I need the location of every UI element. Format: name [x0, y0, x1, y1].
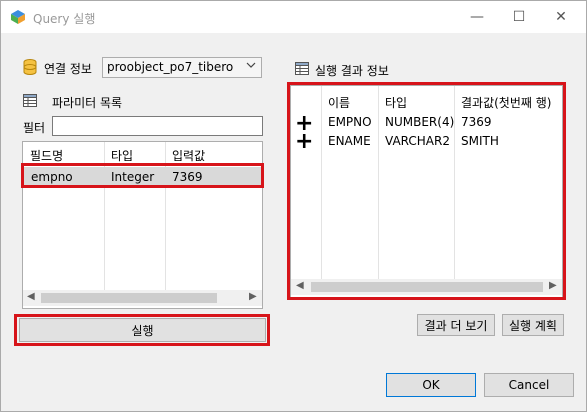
table-icon	[23, 94, 37, 110]
window-title: Query 실행	[33, 12, 96, 26]
scroll-left-icon[interactable]: ◀	[27, 291, 35, 302]
maximize-icon: ☐	[512, 9, 526, 25]
filter-input[interactable]	[52, 116, 263, 136]
connection-select[interactable]: proobject_po7_tibero	[102, 57, 262, 78]
result-table-highlight	[287, 82, 566, 300]
maximize-button[interactable]: ☐	[499, 1, 539, 33]
more-results-label: 결과 더 보기	[424, 318, 488, 333]
more-results-button[interactable]: 결과 더 보기	[417, 314, 495, 336]
exec-plan-button[interactable]: 실행 계획	[502, 314, 564, 336]
param-col-type: 타입	[111, 149, 134, 163]
minimize-icon: —	[470, 9, 484, 25]
cancel-button[interactable]: Cancel	[484, 373, 574, 397]
chevron-down-icon	[246, 60, 256, 73]
connection-label: 연결 정보	[44, 62, 92, 76]
selected-row-highlight	[21, 163, 264, 188]
connection-selected-value: proobject_po7_tibero	[107, 60, 234, 74]
param-list-label: 파라미터 목록	[52, 96, 123, 110]
scroll-right-icon[interactable]: ▶	[249, 291, 257, 302]
close-icon: ✕	[555, 9, 567, 25]
filter-label: 필터	[23, 121, 46, 135]
exec-plan-label: 실행 계획	[509, 318, 557, 333]
param-horizontal-scrollbar[interactable]: ◀ ▶	[23, 290, 262, 306]
cancel-label: Cancel	[508, 378, 550, 392]
scroll-thumb[interactable]	[41, 293, 217, 303]
close-button[interactable]: ✕	[541, 1, 581, 33]
table-icon	[295, 62, 309, 78]
app-icon	[10, 9, 26, 25]
param-col-field: 필드명	[30, 149, 64, 163]
query-execute-dialog: Query 실행 — ☐ ✕ 연결 정보 proobject_po7_tiber…	[0, 0, 587, 412]
ok-button[interactable]: OK	[386, 373, 476, 397]
result-info-label: 실행 결과 정보	[315, 64, 389, 78]
database-icon	[23, 59, 37, 78]
title-bar: Query 실행 — ☐ ✕	[1, 1, 586, 33]
ok-label: OK	[422, 378, 440, 392]
minimize-button[interactable]: —	[457, 1, 497, 33]
param-col-value: 입력값	[172, 149, 206, 163]
execute-button-highlight	[14, 314, 270, 346]
